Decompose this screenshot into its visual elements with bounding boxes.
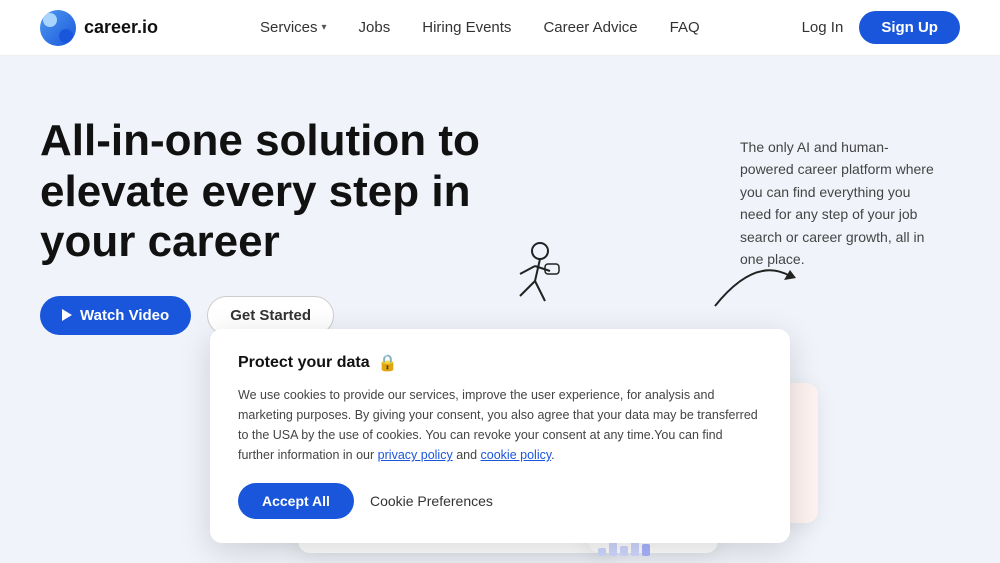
navbar: career.io Services ▾ Jobs Hiring Events … (0, 0, 1000, 56)
lock-icon: 🔒 (378, 353, 398, 373)
cookie-preferences-button[interactable]: Cookie Preferences (370, 493, 493, 509)
cookie-title: Protect your data 🔒 (238, 353, 762, 373)
hero-title: All-in-one solution to elevate every ste… (40, 116, 500, 268)
cookie-body: We use cookies to provide our services, … (238, 385, 762, 465)
bar-5 (642, 544, 650, 556)
bar-3 (620, 546, 628, 556)
logo[interactable]: career.io (40, 10, 158, 46)
logo-text: career.io (84, 17, 158, 38)
nav-links: Services ▾ Jobs Hiring Events Career Adv… (260, 19, 700, 36)
nav-link-jobs[interactable]: Jobs (359, 19, 391, 36)
hero-content: All-in-one solution to elevate every ste… (40, 116, 500, 335)
running-figure-illustration (490, 236, 570, 316)
nav-link-hiring-events[interactable]: Hiring Events (422, 19, 511, 36)
signup-button[interactable]: Sign Up (859, 11, 960, 44)
accept-all-button[interactable]: Accept All (238, 483, 354, 519)
cookie-banner: Protect your data 🔒 We use cookies to pr… (210, 329, 790, 543)
logo-icon (40, 10, 76, 46)
nav-link-faq[interactable]: FAQ (670, 19, 700, 36)
login-button[interactable]: Log In (802, 19, 844, 36)
hero-description: The only AI and human-powered career pla… (740, 136, 940, 270)
privacy-policy-link[interactable]: privacy policy (378, 448, 453, 462)
hero-section: All-in-one solution to elevate every ste… (0, 56, 1000, 563)
nav-link-career-advice[interactable]: Career Advice (543, 19, 637, 36)
arrow-curve-illustration (710, 256, 800, 321)
nav-link-services[interactable]: Services ▾ (260, 19, 327, 36)
play-icon (62, 309, 72, 321)
bar-2 (609, 542, 617, 556)
cookie-policy-link[interactable]: cookie policy (481, 448, 552, 462)
bar-1 (598, 548, 606, 556)
cookie-actions: Accept All Cookie Preferences (238, 483, 762, 519)
chevron-down-icon: ▾ (322, 22, 327, 33)
nav-actions: Log In Sign Up (802, 11, 960, 44)
watch-video-button[interactable]: Watch Video (40, 296, 191, 335)
